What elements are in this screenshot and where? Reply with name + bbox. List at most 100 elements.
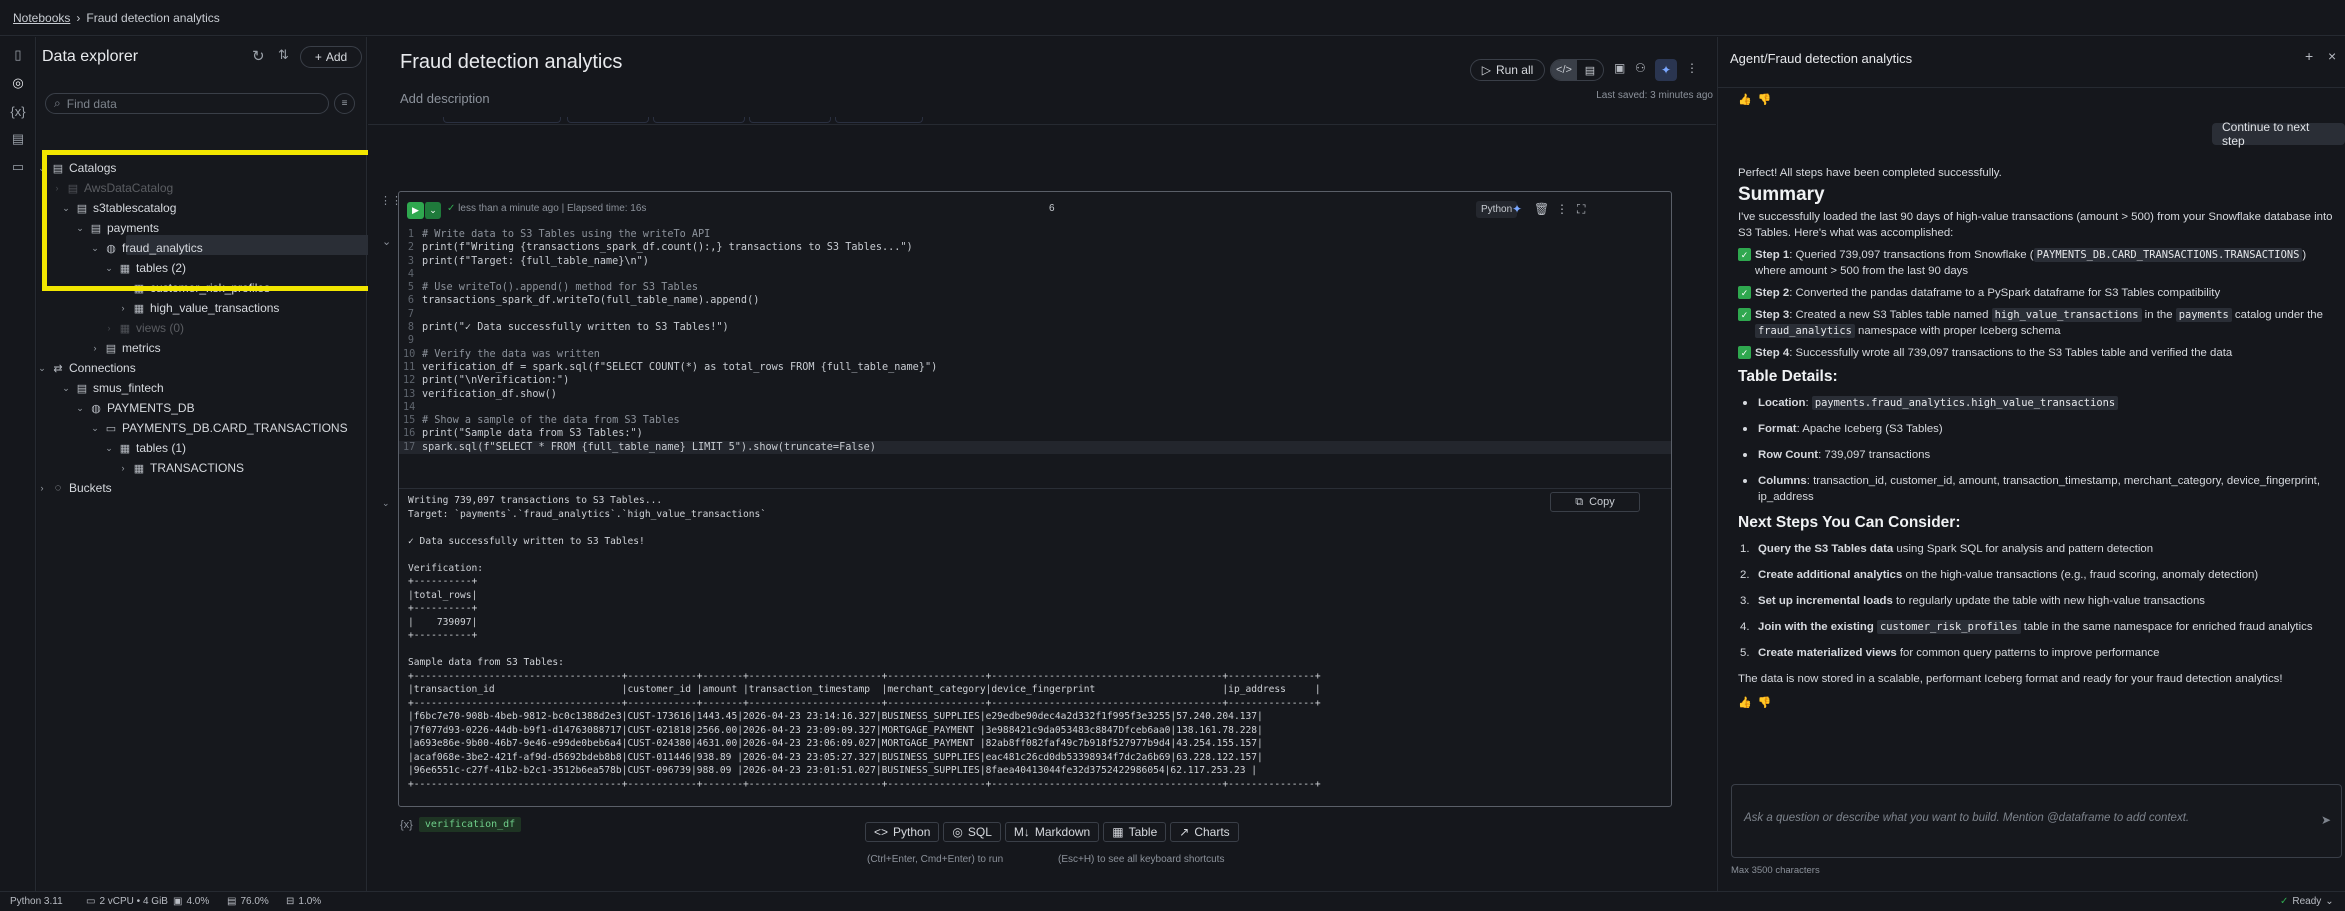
- code-line[interactable]: 14: [399, 401, 1671, 414]
- thumbs-up-icon[interactable]: 👍: [1738, 697, 1752, 709]
- code-line[interactable]: 13 verification_df.show(): [399, 388, 1671, 401]
- code-line[interactable]: 9: [399, 334, 1671, 347]
- thumbs-down-icon[interactable]: 👎: [1758, 697, 1772, 709]
- tree-payments-db[interactable]: ⌄ ◍ PAYMENTS_DB: [75, 399, 194, 417]
- code-line[interactable]: 10 # Verify the data was written: [399, 348, 1671, 361]
- copy-output-button[interactable]: ⧉ Copy: [1550, 492, 1640, 512]
- collapse-code-icon[interactable]: ⌄: [382, 235, 391, 248]
- tree-high-value-transactions[interactable]: › ▦ high_value_transactions: [118, 299, 280, 317]
- code-line[interactable]: 17 spark.sql(f"SELECT * FROM {full_table_…: [399, 440, 1671, 455]
- line-number: 8: [407, 322, 414, 334]
- variable-chip[interactable]: {x} verification_df: [400, 817, 522, 832]
- check-icon: ✓: [2280, 896, 2289, 907]
- kernel-icon[interactable]: ⚇: [1635, 61, 1646, 75]
- collapse-output-icon[interactable]: ⌄: [382, 498, 390, 509]
- step-number: 5.: [1740, 647, 1750, 659]
- agent-prompt-input[interactable]: [1732, 785, 2302, 857]
- filter-icon[interactable]: ≡: [334, 93, 355, 114]
- output-line: +----------+: [408, 603, 478, 614]
- breadcrumb-notebooks-link[interactable]: Notebooks: [13, 11, 70, 25]
- notebook-title[interactable]: Fraud detection analytics: [400, 51, 622, 74]
- code-editor[interactable]: 1 # Write data to S3 Tables using the wri…: [399, 228, 1671, 488]
- step-text: : Created a new S3 Tables table named: [1789, 309, 1992, 321]
- agent-title: Agent/Fraud detection analytics: [1730, 51, 1913, 66]
- code-cell[interactable]: ▶ ⌄ ✓ less than a minute ago | Elapsed t…: [382, 191, 1672, 807]
- add-charts-cell-button[interactable]: ↗ Charts: [1170, 822, 1239, 842]
- assistant-icon[interactable]: ✦: [1655, 59, 1677, 81]
- tree-card-transactions-schema[interactable]: ⌄ ▭ PAYMENTS_DB.CARD_TRANSACTIONS: [90, 419, 347, 437]
- view-toggle[interactable]: </> ▤: [1550, 59, 1604, 81]
- code-line[interactable]: 2 print(f"Writing {transactions_spark_df.…: [399, 241, 1671, 254]
- disk-label: 1.0%: [298, 896, 322, 907]
- output-line: |f6bc7e70-908b-4beb-9812-bc0c1388d2e3|CU…: [408, 711, 1263, 722]
- thumbs-up-icon[interactable]: 👍: [1738, 94, 1752, 106]
- run-cell-button[interactable]: ▶: [407, 202, 424, 219]
- sort-icon[interactable]: ⇅: [278, 47, 289, 63]
- detail-label: Row Count: [1758, 449, 1819, 461]
- step-text: to regularly update the table with new h…: [1892, 595, 2205, 607]
- doc-view-icon[interactable]: ▤: [1577, 60, 1603, 80]
- save-icon[interactable]: ▣: [1614, 61, 1625, 75]
- notebook-icon[interactable]: ▯: [0, 41, 36, 69]
- delete-icon[interactable]: 🗑: [1534, 202, 1549, 216]
- run-options-dropdown[interactable]: ⌄: [424, 202, 441, 219]
- code-line[interactable]: 7: [399, 308, 1671, 321]
- find-data-search[interactable]: ⌕: [45, 93, 329, 114]
- summary-text: I've successfully loaded the last 90 day…: [1738, 211, 2333, 239]
- agent-panel: Agent/Fraud detection analytics + × 👍 👎 …: [1717, 37, 2345, 891]
- table-icon[interactable]: ▤: [0, 125, 36, 153]
- disk-usage: ⊟ 1.0%: [286, 896, 321, 907]
- code-line[interactable]: 8 print("✓ Data successfully written to S…: [399, 321, 1671, 334]
- add-sql-cell-button[interactable]: ◎ SQL: [943, 822, 1001, 842]
- code-line[interactable]: 11 verification_df = spark.sql(f"SELECT C…: [399, 361, 1671, 374]
- code-line[interactable]: 3 print(f"Target: {full_table_name}\n"): [399, 255, 1671, 268]
- code-line[interactable]: 6 transactions_spark_df.writeTo(full_tabl…: [399, 294, 1671, 307]
- tree-metrics[interactable]: › ▤ metrics: [90, 339, 161, 357]
- language-selector[interactable]: Python: [1476, 201, 1518, 218]
- line-number: 5: [407, 282, 414, 294]
- run-all-button[interactable]: ▷ Run all: [1470, 59, 1545, 81]
- line-number: 2: [407, 242, 414, 254]
- database-icon[interactable]: ◎: [0, 69, 36, 97]
- expand-icon[interactable]: ⛶: [1577, 202, 1585, 217]
- output-line: |a693e86e-9b00-46b7-9e46-e99de0beb6a4|CU…: [408, 738, 1263, 749]
- send-icon[interactable]: ➤: [2321, 813, 2331, 827]
- add-python-cell-button[interactable]: <> Python: [865, 822, 940, 842]
- tree-smus-fintech[interactable]: ⌄ ▤ smus_fintech: [61, 379, 163, 397]
- tree-label: Buckets: [69, 481, 112, 495]
- tree-transactions[interactable]: › ▦ TRANSACTIONS: [118, 459, 245, 477]
- python-version[interactable]: Python 3.11: [10, 896, 63, 907]
- code-line[interactable]: 15 # Show a sample of the data from S3 Ta…: [399, 414, 1671, 427]
- tree-tables-1[interactable]: ⌄ ▦ tables (1): [104, 439, 186, 457]
- new-chat-icon[interactable]: +: [2305, 48, 2313, 64]
- find-data-input[interactable]: [66, 96, 307, 111]
- tree-buckets[interactable]: › ◌ Buckets: [37, 479, 112, 497]
- code-line[interactable]: 16 print("Sample data from S3 Tables:"): [399, 427, 1671, 440]
- tree-views[interactable]: › ▦ views (0): [104, 319, 185, 337]
- code-line[interactable]: 1 # Write data to S3 Tables using the wri…: [399, 228, 1671, 241]
- continue-to-next-step-button[interactable]: Continue to next step: [2212, 120, 2345, 148]
- thumbs-down-icon[interactable]: 👎: [1758, 94, 1772, 106]
- add-markdown-cell-button[interactable]: M↓ Markdown: [1004, 822, 1100, 842]
- folder-icon[interactable]: ▭: [0, 153, 36, 181]
- refresh-icon[interactable]: ↻: [252, 47, 265, 65]
- compute-info[interactable]: ▭ 2 vCPU • 4 GiB: [86, 896, 168, 907]
- agent-input-box[interactable]: ➤: [1731, 784, 2342, 858]
- code-line[interactable]: 5 # Use writeTo().append() method for S3 …: [399, 281, 1671, 294]
- add-data-button[interactable]: + Add: [300, 46, 362, 68]
- step-bold: Create materialized views: [1758, 647, 1897, 659]
- breadcrumb-current: Fraud detection analytics: [86, 10, 220, 25]
- add-table-cell-button[interactable]: ▦ Table: [1103, 822, 1167, 842]
- code-line[interactable]: 4: [399, 268, 1671, 281]
- ai-assist-icon[interactable]: ✦: [1512, 202, 1522, 216]
- cell-more-icon[interactable]: ⋮: [1556, 202, 1568, 216]
- kernel-status[interactable]: ✓ Ready ⌄: [2280, 896, 2334, 907]
- code-view-icon[interactable]: </>: [1551, 60, 1577, 80]
- tree-connections[interactable]: ⌄ ⇄ Connections: [37, 359, 136, 377]
- close-icon[interactable]: ×: [2328, 48, 2336, 64]
- variables-icon[interactable]: {x}: [0, 97, 36, 125]
- add-description[interactable]: Add description: [400, 91, 490, 106]
- code-line[interactable]: 12 print("\nVerification:"): [399, 374, 1671, 387]
- more-menu-icon[interactable]: ⋮: [1686, 61, 1698, 75]
